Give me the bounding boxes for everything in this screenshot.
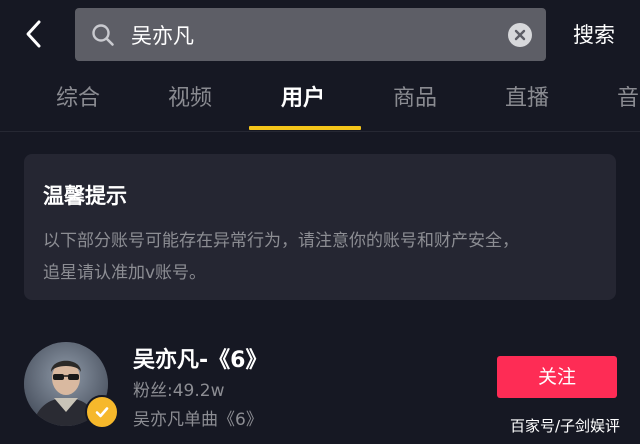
search-submit-button[interactable]: 搜索: [562, 18, 626, 52]
tab-comprehensive[interactable]: 综合: [56, 80, 100, 118]
search-bar[interactable]: [75, 8, 546, 61]
user-name: 吴亦凡-《6》: [133, 348, 268, 373]
clear-icon: [514, 29, 526, 40]
follow-button[interactable]: 关注: [497, 356, 617, 398]
tab-live[interactable]: 直播: [505, 80, 549, 118]
result-type-tabs: 综合 视频 用户 商品 直播 音: [0, 68, 640, 130]
search-results-screen: 搜索 综合 视频 用户 商品 直播 音 温馨提示 以下部分账号可能存在异常行为，…: [0, 0, 640, 444]
watermark: 百家号/子剑娱评: [510, 417, 621, 435]
notice-line: 追星请认准加v账号。: [43, 263, 207, 283]
warning-notice-card: 温馨提示 以下部分账号可能存在异常行为，请注意你的账号和财产安全， 追星请认准加…: [24, 154, 616, 300]
tab-music[interactable]: 音: [617, 80, 639, 118]
tab-videos[interactable]: 视频: [168, 80, 212, 118]
search-icon: [89, 21, 117, 49]
notice-title: 温馨提示: [43, 184, 127, 208]
verified-check-icon: [95, 407, 109, 418]
back-button[interactable]: [12, 12, 56, 56]
tab-products[interactable]: 商品: [393, 80, 437, 118]
clear-search-button[interactable]: [508, 22, 532, 47]
user-description: 吴亦凡单曲《6》: [133, 410, 263, 430]
tab-users[interactable]: 用户: [281, 80, 325, 118]
notice-body: 以下部分账号可能存在异常行为，请注意你的账号和财产安全， 追星请认准加v账号。: [43, 225, 603, 289]
notice-line: 以下部分账号可能存在异常行为，请注意你的账号和财产安全，: [43, 231, 519, 251]
follower-count: 粉丝:49.2w: [133, 381, 225, 401]
verified-badge: [85, 395, 119, 429]
active-tab-indicator: [249, 126, 361, 130]
tabs-divider: [0, 131, 640, 132]
search-input[interactable]: [129, 21, 508, 48]
chevron-left-icon: [26, 20, 41, 48]
